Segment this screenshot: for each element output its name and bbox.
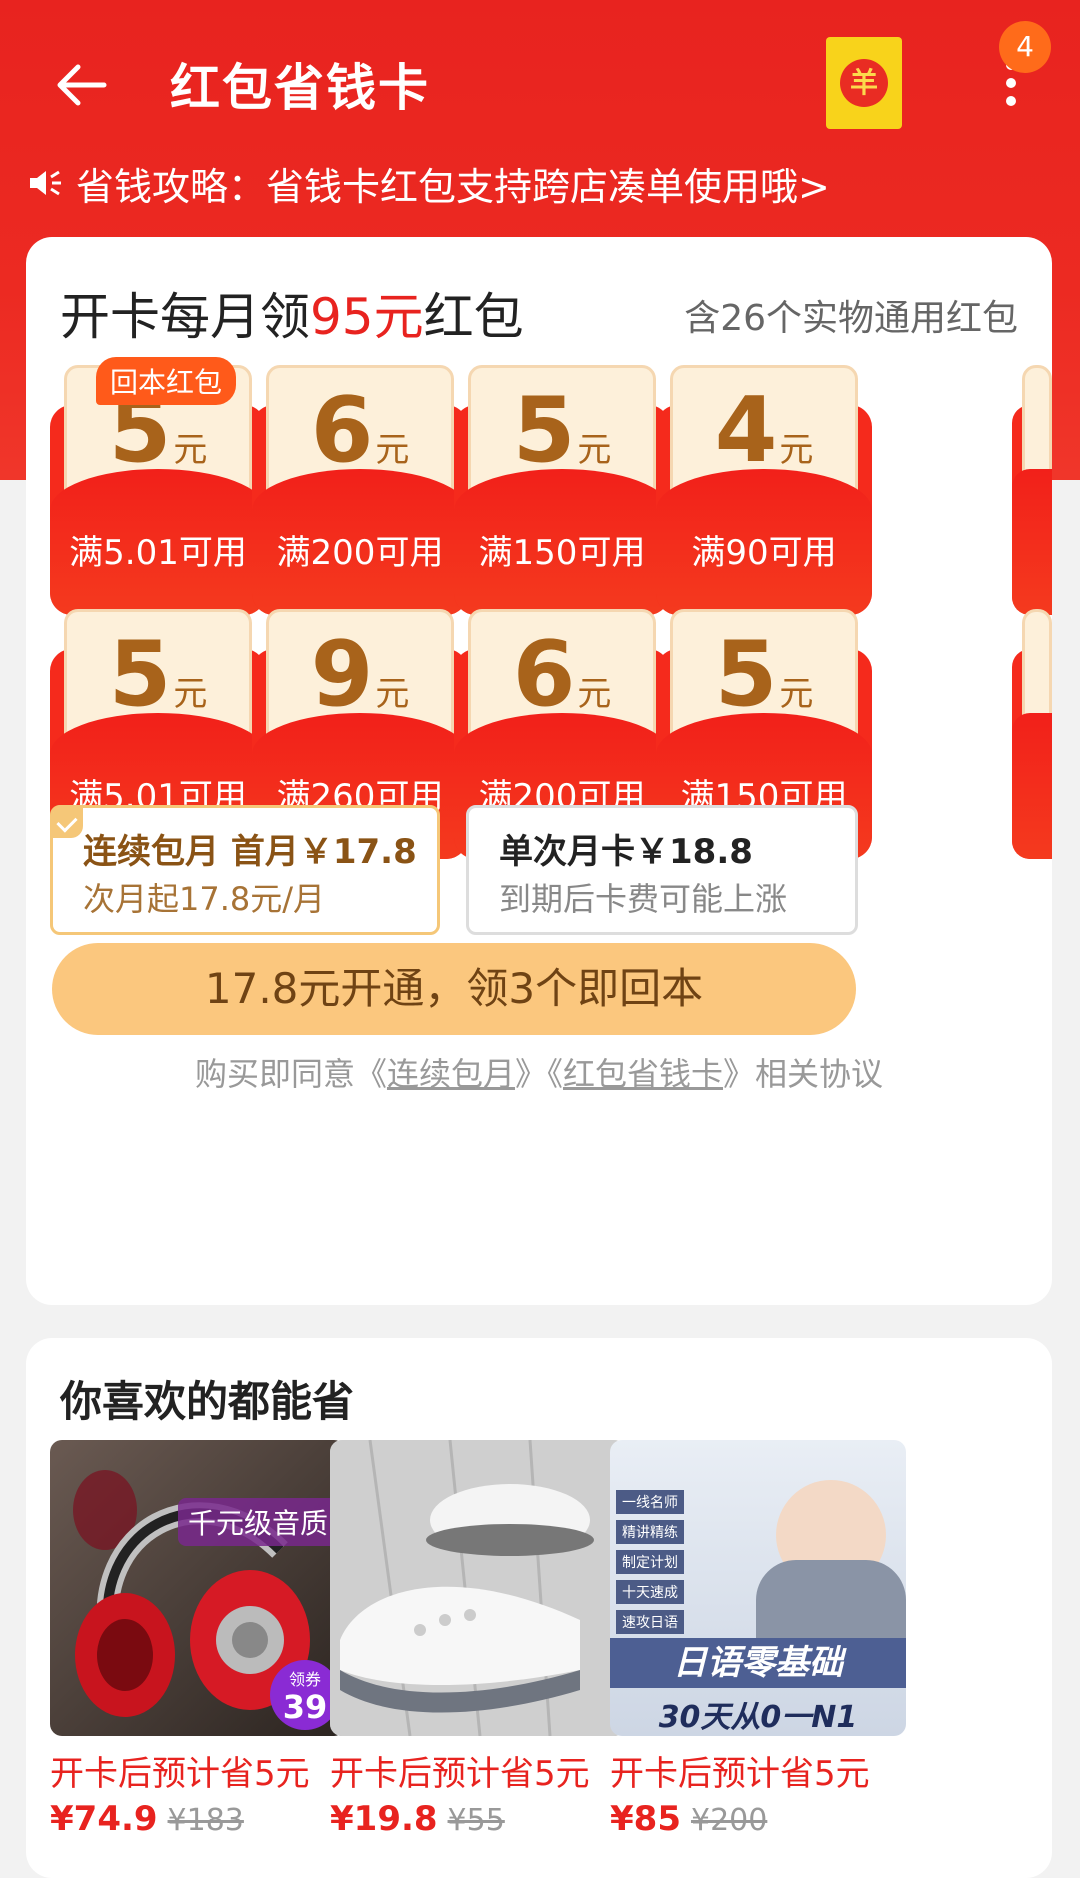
card-headline: 开卡每月领95元红包 [60, 288, 524, 346]
notice-bar[interactable]: 省钱攻略：省钱卡红包支持跨店凑单使用哦> [28, 158, 830, 209]
page-title: 红包省钱卡 [170, 59, 430, 117]
savings-card: 开卡每月领95元红包 含26个实物通用红包 5元 满5.01可用 回本红包 6元… [26, 237, 1052, 1305]
red-packet-icon[interactable]: 羊 [826, 37, 902, 129]
headline-amount: 95元 [310, 288, 424, 346]
agreement-link-card[interactable]: 红包省钱卡 [563, 1055, 723, 1093]
red-packet[interactable]: 5元 满150可用 [454, 365, 670, 615]
course-feature-list: 一线名师 精讲精练 制定计划 十天速成 速攻日语 [616, 1490, 684, 1634]
product-card[interactable]: 千元级音质 领券 39 开卡后预计省5元 ¥74.9 ¥183 [50, 1440, 346, 1839]
product-image-clogs[interactable] [330, 1440, 626, 1736]
product-price: ¥74.9 ¥183 [50, 1799, 244, 1839]
product-card[interactable]: 开卡后预计省5元 ¥19.8 ¥55 [330, 1440, 626, 1839]
course-subtitle: 30天从0一N1 [658, 1700, 858, 1735]
original-price: ¥200 [690, 1803, 768, 1838]
product-save-text: 开卡后预计省5元 [610, 1754, 870, 1794]
agreement-link-monthly[interactable]: 连续包月 [387, 1055, 515, 1093]
open-card-button[interactable]: 17.8元开通，领3个即回本 [52, 943, 856, 1035]
section-title: 你喜欢的都能省 [60, 1377, 355, 1426]
product-image-japanese-course[interactable]: 一线名师 精讲精练 制定计划 十天速成 速攻日语 日语零基础 30天从0一N1 [610, 1440, 906, 1736]
red-packet[interactable]: 5元 满5.01可用 回本红包 [50, 357, 266, 615]
original-price: ¥55 [447, 1803, 505, 1838]
top-bar: 红包省钱卡 羊 4 [0, 0, 1080, 165]
red-packet[interactable]: 4元 满90可用 [656, 365, 872, 615]
notice-text: 省钱攻略：省钱卡红包支持跨店凑单使用哦> [76, 164, 830, 209]
recommend-section: 你喜欢的都能省 千元级音质 领券 39 开卡后预计省5元 ¥74.9¥183 [26, 1338, 1052, 1878]
notification-badge: 4 [999, 21, 1051, 73]
back-arrow-icon[interactable] [52, 55, 112, 115]
yuan-coin-icon: 羊 [840, 59, 888, 107]
product-image-headphones[interactable]: 千元级音质 领券 39 [50, 1440, 346, 1736]
red-packet-partial [1012, 609, 1052, 859]
red-packet[interactable]: 6元 满200可用 [252, 365, 468, 615]
product-image-label: 千元级音质 [177, 1498, 338, 1546]
product-card[interactable]: 一线名师 精讲精练 制定计划 十天速成 速攻日语 日语零基础 30天从0一N1 … [610, 1440, 906, 1839]
agreement-text: 购买即同意《连续包月》《红包省钱卡》相关协议 [194, 1055, 884, 1093]
payback-tag: 回本红包 [96, 357, 237, 405]
product-save-text: 开卡后预计省5元 [330, 1754, 590, 1794]
clog-shoe-icon [330, 1440, 626, 1736]
plan-monthly-option[interactable]: 连续包月 首月￥17.8 次月起17.8元/月 [50, 805, 440, 935]
red-packet-partial [1012, 365, 1052, 615]
speaker-icon [30, 170, 61, 196]
product-price: ¥19.8 ¥55 [330, 1799, 505, 1839]
original-price: ¥183 [167, 1803, 244, 1838]
selected-check-icon [53, 808, 83, 838]
product-price: ¥85 ¥200 [610, 1799, 768, 1839]
card-subtitle: 含26个实物通用红包 [684, 298, 1018, 339]
product-save-text: 开卡后预计省5元 [50, 1754, 310, 1794]
plan-single-option[interactable]: 单次月卡￥18.8 到期后卡费可能上涨 [466, 805, 858, 935]
course-title: 日语零基础 [610, 1638, 906, 1688]
